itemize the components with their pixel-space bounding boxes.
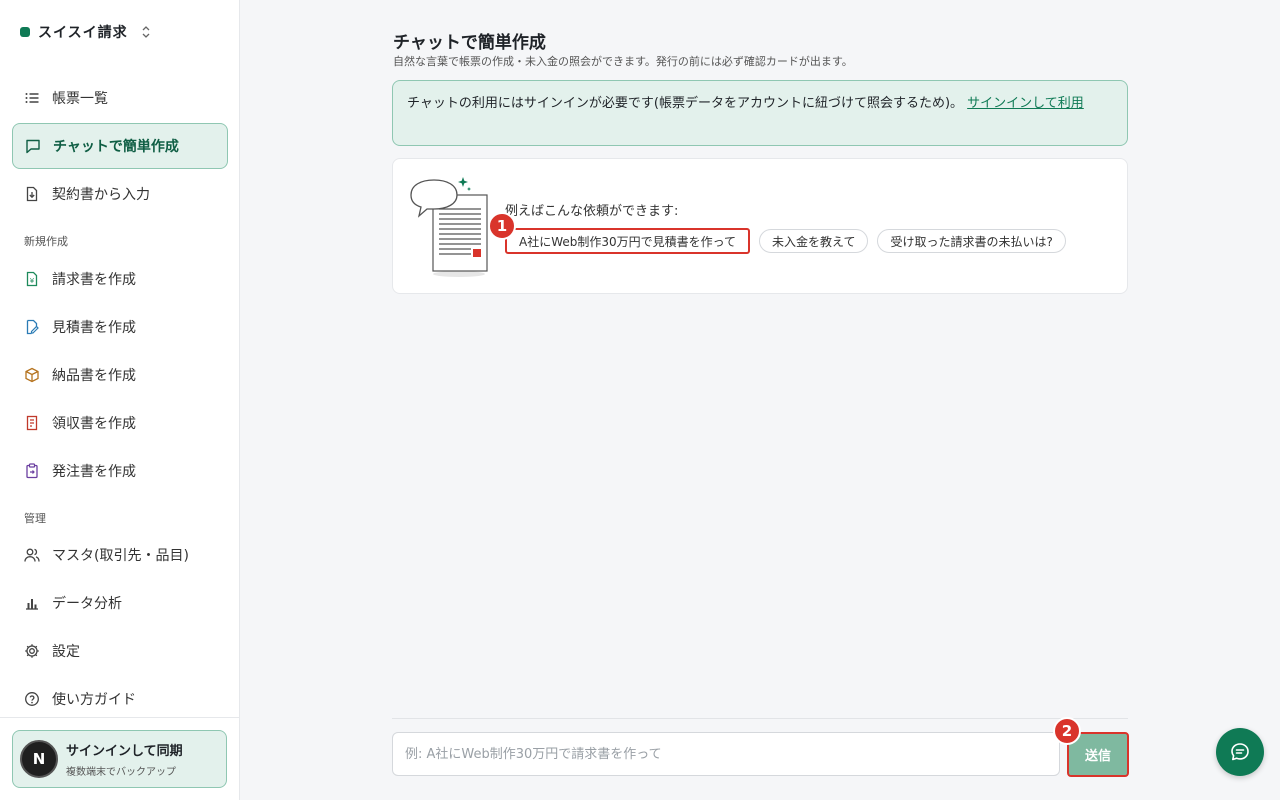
sidebar-item-label: 使い方ガイド	[52, 692, 136, 708]
sidebar-item-create-receipt[interactable]: 領収書を作成	[12, 401, 228, 445]
chat-icon	[25, 138, 41, 154]
sidebar-item-label: 請求書を作成	[52, 272, 136, 288]
sidebar-item-label: データ分析	[52, 596, 122, 612]
sidebar-item-document-list[interactable]: 帳票一覧	[12, 76, 228, 120]
sidebar-item-create-purchase-order[interactable]: 発注書を作成	[12, 449, 228, 493]
brand-logo-icon	[20, 27, 30, 37]
page-title: チャットで簡単作成	[393, 33, 546, 53]
sidebar-item-label: 発注書を作成	[52, 464, 136, 480]
example-chip-estimate[interactable]: A社にWeb制作30万円で見積書を作って	[505, 228, 751, 254]
sign-in-sync-text: サインインして同期 複数端末でバックアップ	[66, 740, 183, 778]
step-badge-2: 2	[1053, 717, 1081, 745]
example-chip-unpaid[interactable]: 未入金を教えて	[759, 229, 869, 253]
receipt-icon	[24, 415, 40, 431]
composer-divider	[392, 718, 1128, 719]
sign-in-sync-card[interactable]: N サインインして同期 複数端末でバックアップ	[12, 730, 227, 788]
file-import-icon	[24, 186, 40, 202]
avatar: N	[20, 740, 58, 778]
estimate-icon	[24, 319, 40, 335]
chevron-up-down-icon	[142, 26, 150, 38]
step-badge-1: 1	[488, 212, 516, 240]
sidebar: スイスイ請求 帳票一覧 チャットで簡単作成 契約書から入力 新規作成 ¥ 請求書…	[0, 0, 240, 800]
chat-fab-button[interactable]	[1216, 728, 1264, 776]
sidebar-item-label: 納品書を作成	[52, 368, 136, 384]
sidebar-item-create-delivery[interactable]: 納品書を作成	[12, 353, 228, 397]
sidebar-item-label: マスタ(取引先・品目)	[52, 548, 189, 564]
section-label-manage: 管理	[24, 512, 46, 525]
sidebar-item-label: 見積書を作成	[52, 320, 136, 336]
brand-switcher[interactable]: スイスイ請求	[20, 22, 150, 42]
help-icon	[24, 691, 40, 707]
sign-in-sync-subtitle: 複数端末でバックアップ	[66, 767, 176, 778]
notice-text: チャットの利用にはサインインが必要です(帳票データをアカウントに紐づけて照会する…	[407, 96, 964, 111]
bar-chart-icon	[24, 595, 40, 611]
users-icon	[24, 547, 40, 563]
svg-text:¥: ¥	[30, 277, 35, 285]
examples-label: 例えばこんな依頼ができます:	[505, 204, 679, 219]
section-label-new: 新規作成	[24, 235, 68, 248]
sign-in-notice: チャットの利用にはサインインが必要です(帳票データをアカウントに紐づけて照会する…	[392, 80, 1128, 146]
box-icon	[24, 367, 40, 383]
example-chip-received-invoices[interactable]: 受け取った請求書の未払いは?	[877, 229, 1066, 253]
list-icon	[24, 90, 40, 106]
examples-card: 例えばこんな依頼ができます: A社にWeb制作30万円で見積書を作って 未入金を…	[392, 158, 1128, 294]
sidebar-item-contract-import[interactable]: 契約書から入力	[12, 172, 228, 216]
sidebar-item-label: 設定	[52, 644, 80, 660]
sidebar-item-label: 契約書から入力	[52, 187, 150, 203]
sidebar-item-label: 帳票一覧	[52, 91, 108, 107]
clipboard-icon	[24, 463, 40, 479]
sidebar-item-guide[interactable]: 使い方ガイド	[12, 677, 228, 721]
sign-in-sync-title: サインインして同期	[66, 744, 183, 759]
sidebar-item-analytics[interactable]: データ分析	[12, 581, 228, 625]
chat-bubble-icon	[1231, 743, 1249, 761]
sidebar-item-create-invoice[interactable]: ¥ 請求書を作成	[12, 257, 228, 301]
sidebar-divider	[0, 717, 239, 718]
gear-icon	[24, 643, 40, 659]
sidebar-item-label: チャットで簡単作成	[53, 139, 179, 155]
document-chat-illustration-icon	[410, 177, 488, 277]
chat-input[interactable]	[392, 732, 1060, 776]
sidebar-item-master[interactable]: マスタ(取引先・品目)	[12, 533, 228, 577]
invoice-icon: ¥	[24, 271, 40, 287]
sidebar-item-chat-create[interactable]: チャットで簡単作成	[12, 123, 228, 169]
brand-name: スイスイ請求	[38, 25, 128, 41]
sidebar-item-create-estimate[interactable]: 見積書を作成	[12, 305, 228, 349]
sidebar-item-settings[interactable]: 設定	[12, 629, 228, 673]
sidebar-item-label: 領収書を作成	[52, 416, 136, 432]
page-subtitle: 自然な言葉で帳票の作成・未入金の照会ができます。発行の前には必ず確認カードが出ま…	[393, 55, 853, 68]
sign-in-link[interactable]: サインインして利用	[967, 96, 1084, 111]
example-chips: A社にWeb制作30万円で見積書を作って 未入金を教えて 受け取った請求書の未払…	[505, 228, 1066, 254]
